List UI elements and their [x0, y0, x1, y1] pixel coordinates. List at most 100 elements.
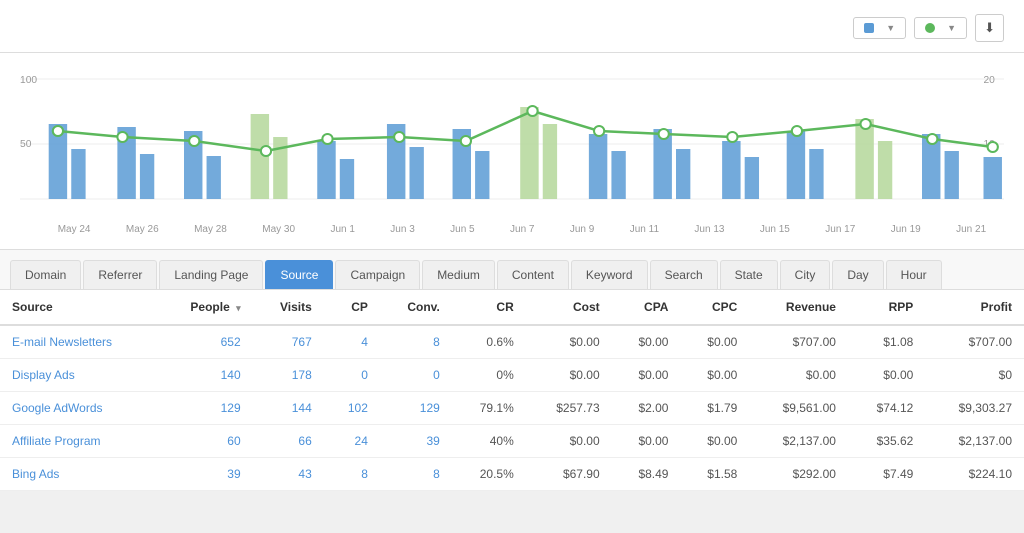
col-header-people[interactable]: People ▾ — [158, 290, 253, 325]
cell-cpa: $0.00 — [612, 325, 681, 359]
people-dropdown[interactable]: ▼ — [853, 17, 906, 39]
tab-referrer[interactable]: Referrer — [83, 260, 157, 289]
download-icon: ⬇ — [984, 20, 995, 35]
data-table: Source People ▾ Visits CP Conv. CR Cost … — [0, 290, 1024, 491]
conversions-dot — [925, 23, 935, 33]
cell-people: 129 — [158, 392, 253, 425]
svg-text:50: 50 — [20, 139, 32, 150]
cell-people: 39 — [158, 458, 253, 491]
chart-controls: ▼ ▼ ⬇ — [853, 14, 1004, 42]
cell-profit: $707.00 — [925, 325, 1024, 359]
cell-visits: 144 — [253, 392, 324, 425]
tab-state[interactable]: State — [720, 260, 778, 289]
tab-day[interactable]: Day — [832, 260, 883, 289]
x-label-may28: May 28 — [194, 224, 227, 235]
table-row: E-mail Newsletters 652 767 4 8 0.6% $0.0… — [0, 325, 1024, 359]
col-header-cpa[interactable]: CPA — [612, 290, 681, 325]
cell-cost: $0.00 — [526, 425, 612, 458]
cell-cr: 79.1% — [452, 392, 526, 425]
tab-source[interactable]: Source — [265, 260, 333, 289]
cell-profit: $9,303.27 — [925, 392, 1024, 425]
col-header-profit[interactable]: Profit — [925, 290, 1024, 325]
cell-cpc: $1.79 — [680, 392, 749, 425]
tab-city[interactable]: City — [780, 260, 831, 289]
cell-cpc: $0.00 — [680, 359, 749, 392]
x-label-jun11: Jun 11 — [630, 224, 659, 235]
col-header-revenue[interactable]: Revenue — [749, 290, 848, 325]
cell-people: 60 — [158, 425, 253, 458]
tabs-bar: Domain Referrer Landing Page Source Camp… — [0, 250, 1024, 290]
table-row: Google AdWords 129 144 102 129 79.1% $25… — [0, 392, 1024, 425]
col-header-cr[interactable]: CR — [452, 290, 526, 325]
col-header-cpc[interactable]: CPC — [680, 290, 749, 325]
cell-cp: 24 — [324, 425, 380, 458]
cell-visits: 43 — [253, 458, 324, 491]
cell-cpa: $2.00 — [612, 392, 681, 425]
svg-text:20: 20 — [984, 75, 996, 86]
cell-cp: 8 — [324, 458, 380, 491]
cell-profit: $0 — [925, 359, 1024, 392]
tab-search[interactable]: Search — [650, 260, 718, 289]
download-button[interactable]: ⬇ — [975, 14, 1004, 42]
col-header-rpp[interactable]: RPP — [848, 290, 925, 325]
cell-conv: 129 — [380, 392, 452, 425]
x-label-jun1: Jun 1 — [330, 224, 354, 235]
cell-rpp: $7.49 — [848, 458, 925, 491]
x-label-jun3: Jun 3 — [390, 224, 414, 235]
tab-content[interactable]: Content — [497, 260, 569, 289]
cell-cr: 0.6% — [452, 325, 526, 359]
x-label-jun15: Jun 15 — [760, 224, 790, 235]
x-label-jun17: Jun 17 — [825, 224, 855, 235]
x-label-jun9: Jun 9 — [570, 224, 594, 235]
cell-source[interactable]: E-mail Newsletters — [0, 325, 158, 359]
table-header-row: Source People ▾ Visits CP Conv. CR Cost … — [0, 290, 1024, 325]
cell-revenue: $0.00 — [749, 359, 848, 392]
cell-cpc: $0.00 — [680, 425, 749, 458]
data-table-section: Source People ▾ Visits CP Conv. CR Cost … — [0, 290, 1024, 491]
x-label-jun19: Jun 19 — [891, 224, 921, 235]
tab-hour[interactable]: Hour — [886, 260, 942, 289]
cell-cpa: $8.49 — [612, 458, 681, 491]
tab-campaign[interactable]: Campaign — [335, 260, 420, 289]
x-label-jun5: Jun 5 — [450, 224, 474, 235]
x-label-may30: May 30 — [262, 224, 295, 235]
cell-cpc: $0.00 — [680, 325, 749, 359]
cell-conv: 8 — [380, 458, 452, 491]
x-label-jun21: Jun 21 — [956, 224, 986, 235]
chart-svg: 100 50 20 10 — [20, 69, 1004, 219]
chart-wrapper: 100 50 20 10 — [20, 69, 1004, 239]
cell-source[interactable]: Display Ads — [0, 359, 158, 392]
cell-profit: $2,137.00 — [925, 425, 1024, 458]
cell-cpa: $0.00 — [612, 359, 681, 392]
col-header-cp[interactable]: CP — [324, 290, 380, 325]
cell-cost: $257.73 — [526, 392, 612, 425]
cell-rpp: $1.08 — [848, 325, 925, 359]
cell-conv: 39 — [380, 425, 452, 458]
conversions-dropdown[interactable]: ▼ — [914, 17, 967, 39]
cell-source[interactable]: Affiliate Program — [0, 425, 158, 458]
tab-keyword[interactable]: Keyword — [571, 260, 648, 289]
cell-cr: 0% — [452, 359, 526, 392]
cell-conv: 0 — [380, 359, 452, 392]
cell-conv: 8 — [380, 325, 452, 359]
chevron-down-icon-2: ▼ — [947, 23, 956, 33]
cell-source[interactable]: Google AdWords — [0, 392, 158, 425]
cell-rpp: $35.62 — [848, 425, 925, 458]
tab-medium[interactable]: Medium — [422, 260, 495, 289]
svg-text:100: 100 — [20, 75, 37, 86]
cell-cp: 102 — [324, 392, 380, 425]
cell-revenue: $9,561.00 — [749, 392, 848, 425]
cell-cost: $0.00 — [526, 359, 612, 392]
col-header-visits[interactable]: Visits — [253, 290, 324, 325]
col-header-source[interactable]: Source — [0, 290, 158, 325]
chart-area: 100 50 20 10 — [0, 53, 1024, 250]
cell-visits: 178 — [253, 359, 324, 392]
cell-cr: 40% — [452, 425, 526, 458]
tab-domain[interactable]: Domain — [10, 260, 81, 289]
cell-visits: 66 — [253, 425, 324, 458]
x-label-jun7: Jun 7 — [510, 224, 534, 235]
cell-source[interactable]: Bing Ads — [0, 458, 158, 491]
tab-landing-page[interactable]: Landing Page — [159, 260, 263, 289]
col-header-cost[interactable]: Cost — [526, 290, 612, 325]
col-header-conv[interactable]: Conv. — [380, 290, 452, 325]
